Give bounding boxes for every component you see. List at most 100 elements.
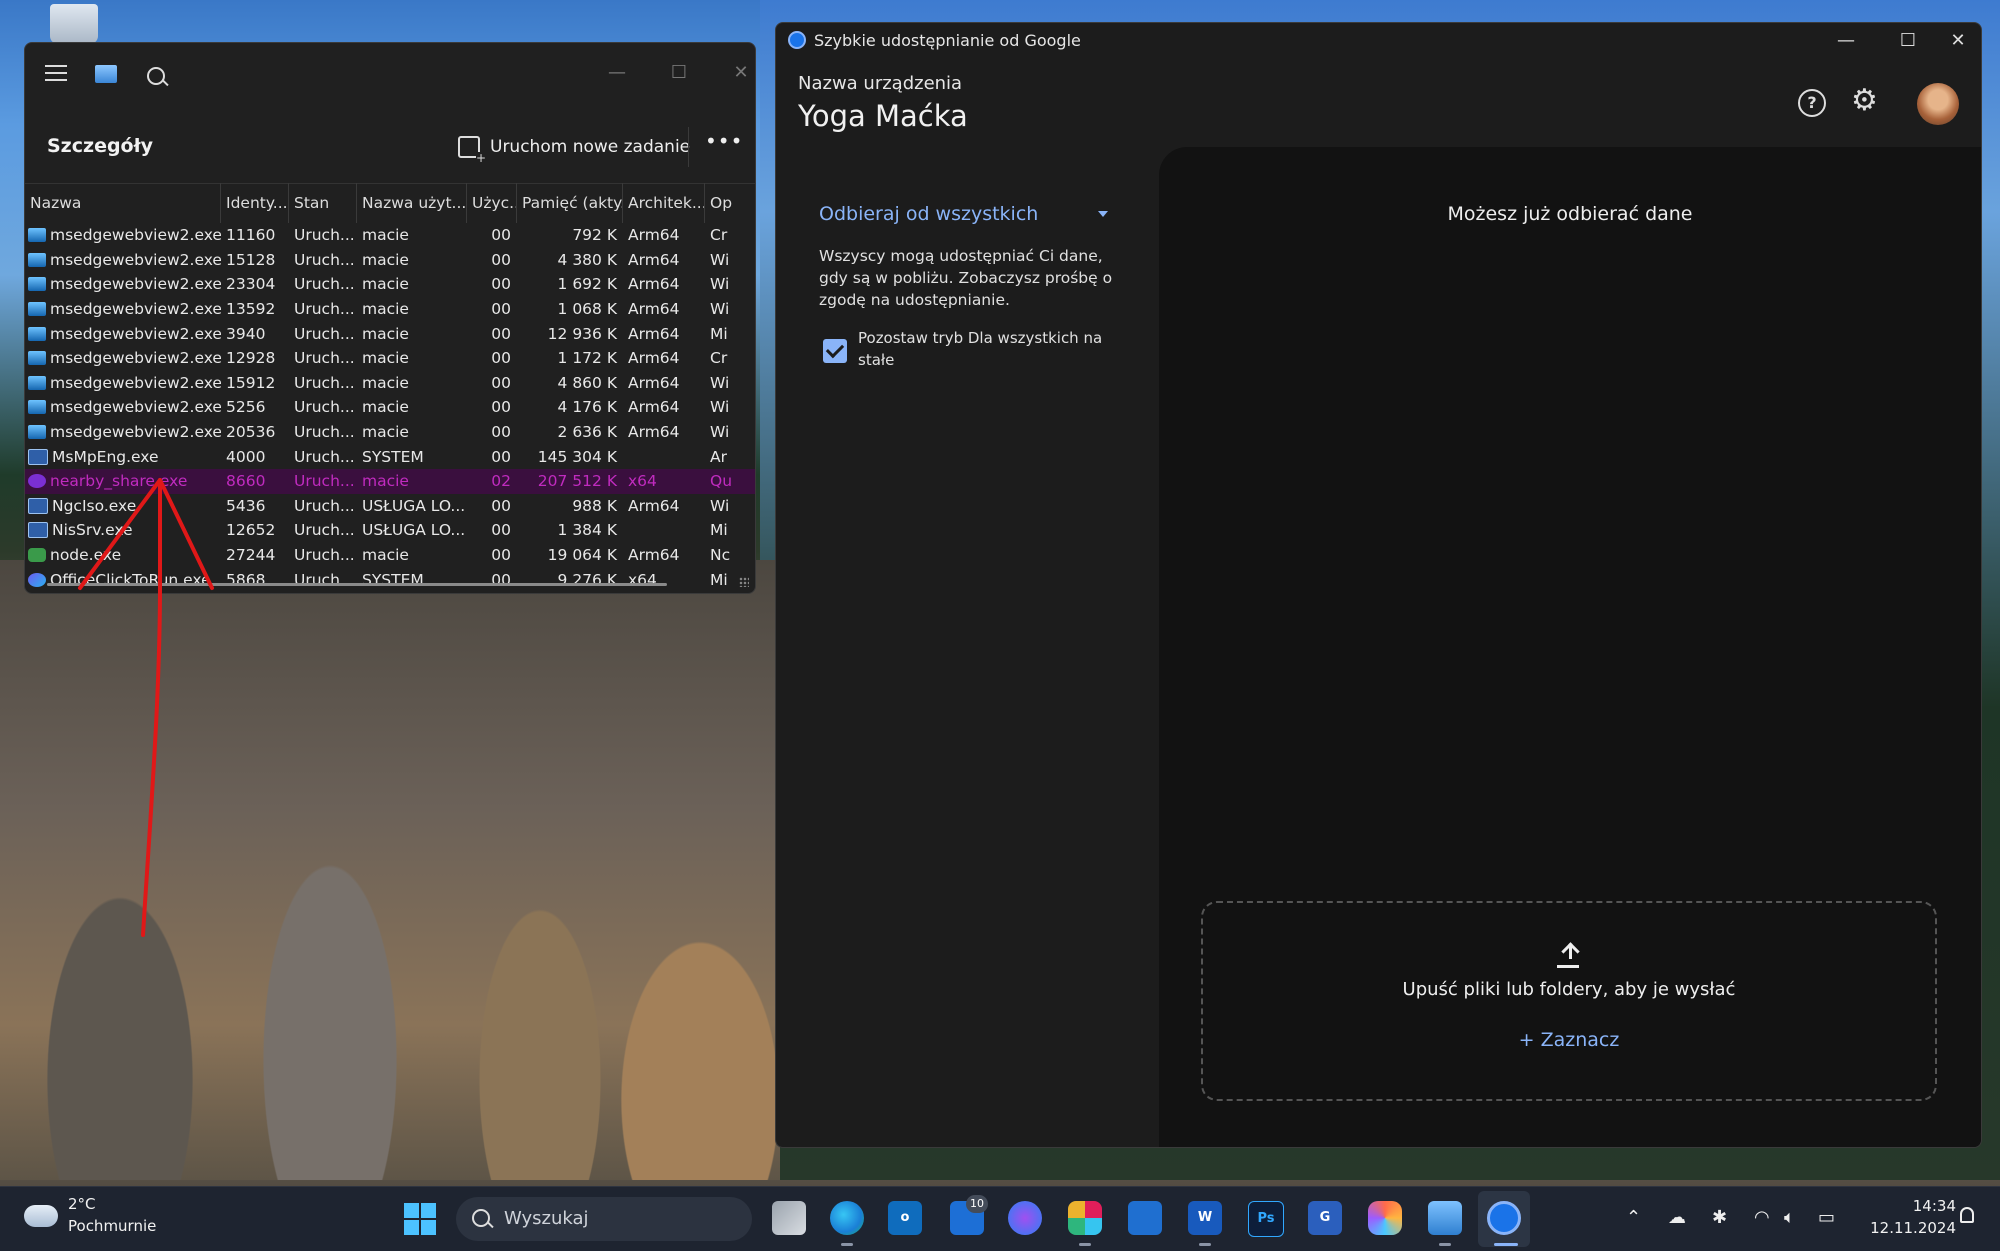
process-memory: 4 176 K [557,398,617,417]
table-row[interactable]: msedgewebview2.exe 20536 Uruch... macie 00 2 … [25,420,755,445]
node-icon [28,548,46,563]
onedrive-cloud-icon[interactable]: ☁ [1668,1207,1686,1228]
edge-browser-icon[interactable] [830,1201,864,1235]
copilot-icon[interactable] [1368,1201,1402,1235]
weather-description[interactable]: Pochmurnie [68,1217,156,1235]
process-name-label: msedgewebview2.exe [50,250,221,269]
edge-webview-icon [28,351,46,366]
avatar[interactable] [1917,83,1959,125]
process-architecture: Arm64 [628,324,680,343]
horizontal-scrollbar[interactable] [47,583,667,586]
word-icon[interactable]: W [1188,1201,1222,1235]
select-files-button[interactable]: + Zaznacz [1203,1029,1935,1051]
clock-date[interactable]: 12.11.2024 [1858,1219,1956,1237]
help-icon[interactable]: ? [1798,89,1826,117]
windows-start-icon[interactable] [404,1203,436,1235]
close-button[interactable]: ✕ [1936,27,1980,55]
table-row[interactable]: msedgewebview2.exe 15128 Uruch... macie 00 4 … [25,248,755,273]
process-user: USŁUGA LO... [362,496,466,515]
wifi-icon[interactable]: ◠ [1754,1207,1770,1228]
process-memory: 4 860 K [557,373,617,392]
edge-webview-icon [28,400,46,415]
table-row[interactable]: msedgewebview2.exe 15912 Uruch... macie 00 4 … [25,371,755,396]
outlook-icon[interactable]: o [888,1201,922,1235]
column-header-pid[interactable]: Identy... [221,183,289,223]
table-row[interactable]: msedgewebview2.exe 23304 Uruch... macie 00 1 … [25,272,755,297]
process-id: 3940 [226,324,266,343]
process-user: macie [362,472,409,491]
minimize-button[interactable]: — [1824,27,1868,55]
running-indicator [841,1243,853,1246]
column-header-architecture[interactable]: Architek... [623,183,705,223]
table-row[interactable]: OfficeClickToRun.exe 5868 Uruch... SYSTEM 00… [25,567,755,592]
table-row[interactable]: nearby_share.exe 8660 Uruch... macie 02 207 5… [25,468,755,494]
taskbar-search[interactable]: Wyszukaj [456,1197,752,1241]
maximize-button[interactable]: ☐ [1886,27,1930,55]
quick-share-taskbar-icon[interactable] [1487,1201,1521,1235]
minimize-button[interactable]: — [597,59,637,87]
table-row[interactable]: msedgewebview2.exe 12928 Uruch... macie 00 1 … [25,346,755,371]
messenger-icon[interactable] [1008,1201,1042,1235]
battery-icon[interactable]: ▭ [1818,1207,1835,1228]
process-name-label: msedgewebview2.exe [50,226,221,245]
more-options-icon[interactable]: ••• [705,129,743,153]
clock-time[interactable]: 14:34 [1898,1197,1956,1215]
table-row[interactable]: msedgewebview2.exe 5256 Uruch... macie 00 4 1… [25,395,755,420]
running-indicator [1199,1243,1211,1246]
running-indicator [1439,1243,1451,1246]
resize-grip-icon[interactable] [739,577,749,587]
table-row[interactable]: NisSrv.exe 12652 Uruch... USŁUGA LO... 00 1 3… [25,518,755,543]
column-header-description[interactable]: Op [705,183,745,223]
keep-everyone-mode-checkbox[interactable] [823,339,847,363]
close-button[interactable]: ✕ [721,59,755,87]
process-name-label: node.exe [50,546,122,565]
receive-mode-dropdown[interactable]: Odbieraj od wszystkich [819,203,1038,225]
process-name: msedgewebview2.exe [25,423,221,441]
table-row[interactable]: msedgewebview2.exe 11160 Uruch... macie 00 79… [25,223,755,248]
volume-icon[interactable]: 🔈︎ [1784,1207,1795,1228]
column-header-user[interactable]: Nazwa użyt... [357,183,467,223]
weather-temperature[interactable]: 2°C [68,1195,96,1213]
process-name: msedgewebview2.exe [25,300,221,318]
hamburger-menu-icon[interactable] [45,65,67,81]
photos-icon[interactable] [1428,1201,1462,1235]
ready-status-text: Możesz już odbierać dane [1447,203,1693,225]
run-new-task-button[interactable]: Uruchom nowe zadanie [458,131,690,164]
table-row[interactable]: MsMpEng.exe 4000 Uruch... SYSTEM 00 145 304 K… [25,444,755,469]
keep-everyone-mode-label[interactable]: Pozostaw tryb Dla wszystkich na stałe [858,327,1118,371]
file-drop-zone[interactable]: Upuść pliki lub foldery, aby je wysłać +… [1201,901,1937,1101]
process-description: Mi [710,324,728,343]
process-user: SYSTEM [362,447,424,466]
translate-icon[interactable]: G [1308,1201,1342,1235]
slack-icon[interactable] [1068,1201,1102,1235]
table-row[interactable]: node.exe 27244 Uruch... macie 00 19 064 K Arm6… [25,543,755,568]
bell-icon[interactable] [1960,1207,1974,1223]
process-architecture: x64 [628,472,657,491]
maximize-button[interactable]: ☐ [659,59,699,87]
slack-tray-icon[interactable]: ✱ [1712,1207,1727,1228]
process-description: Wi [710,373,730,392]
table-row[interactable]: NgcIso.exe 5436 Uruch... USŁUGA LO... 00 988 … [25,494,755,519]
table-row[interactable]: msedgewebview2.exe 13592 Uruch... macie 00 1 … [25,297,755,322]
column-header-name[interactable]: Nazwa [25,183,221,223]
process-description: Nc [710,546,731,565]
trello-icon[interactable] [1128,1201,1162,1235]
recycle-bin-icon[interactable] [50,4,98,44]
photoshop-icon[interactable]: Ps [1248,1201,1284,1237]
process-id: 5436 [226,496,266,515]
cloud-icon[interactable] [24,1205,58,1227]
column-header-cpu[interactable]: Użyc... [467,183,517,223]
column-header-memory[interactable]: Pamięć (akty... [517,183,623,223]
process-memory: 2 636 K [557,423,617,442]
column-header-status[interactable]: Stan [289,183,357,223]
chevron-down-icon[interactable] [1098,211,1108,217]
chevron-up-icon[interactable]: ⌃ [1626,1207,1641,1228]
task-view-icon[interactable] [772,1201,806,1235]
process-description: Qu [710,472,733,491]
search-icon[interactable] [147,67,165,85]
process-user: USŁUGA LO... [362,521,466,540]
table-row[interactable]: msedgewebview2.exe 3940 Uruch... macie 00 12 … [25,321,755,346]
device-name[interactable]: Yoga Maćka [798,99,968,133]
process-status: Uruch... [294,250,355,269]
gear-icon[interactable]: ⚙ [1851,85,1878,117]
